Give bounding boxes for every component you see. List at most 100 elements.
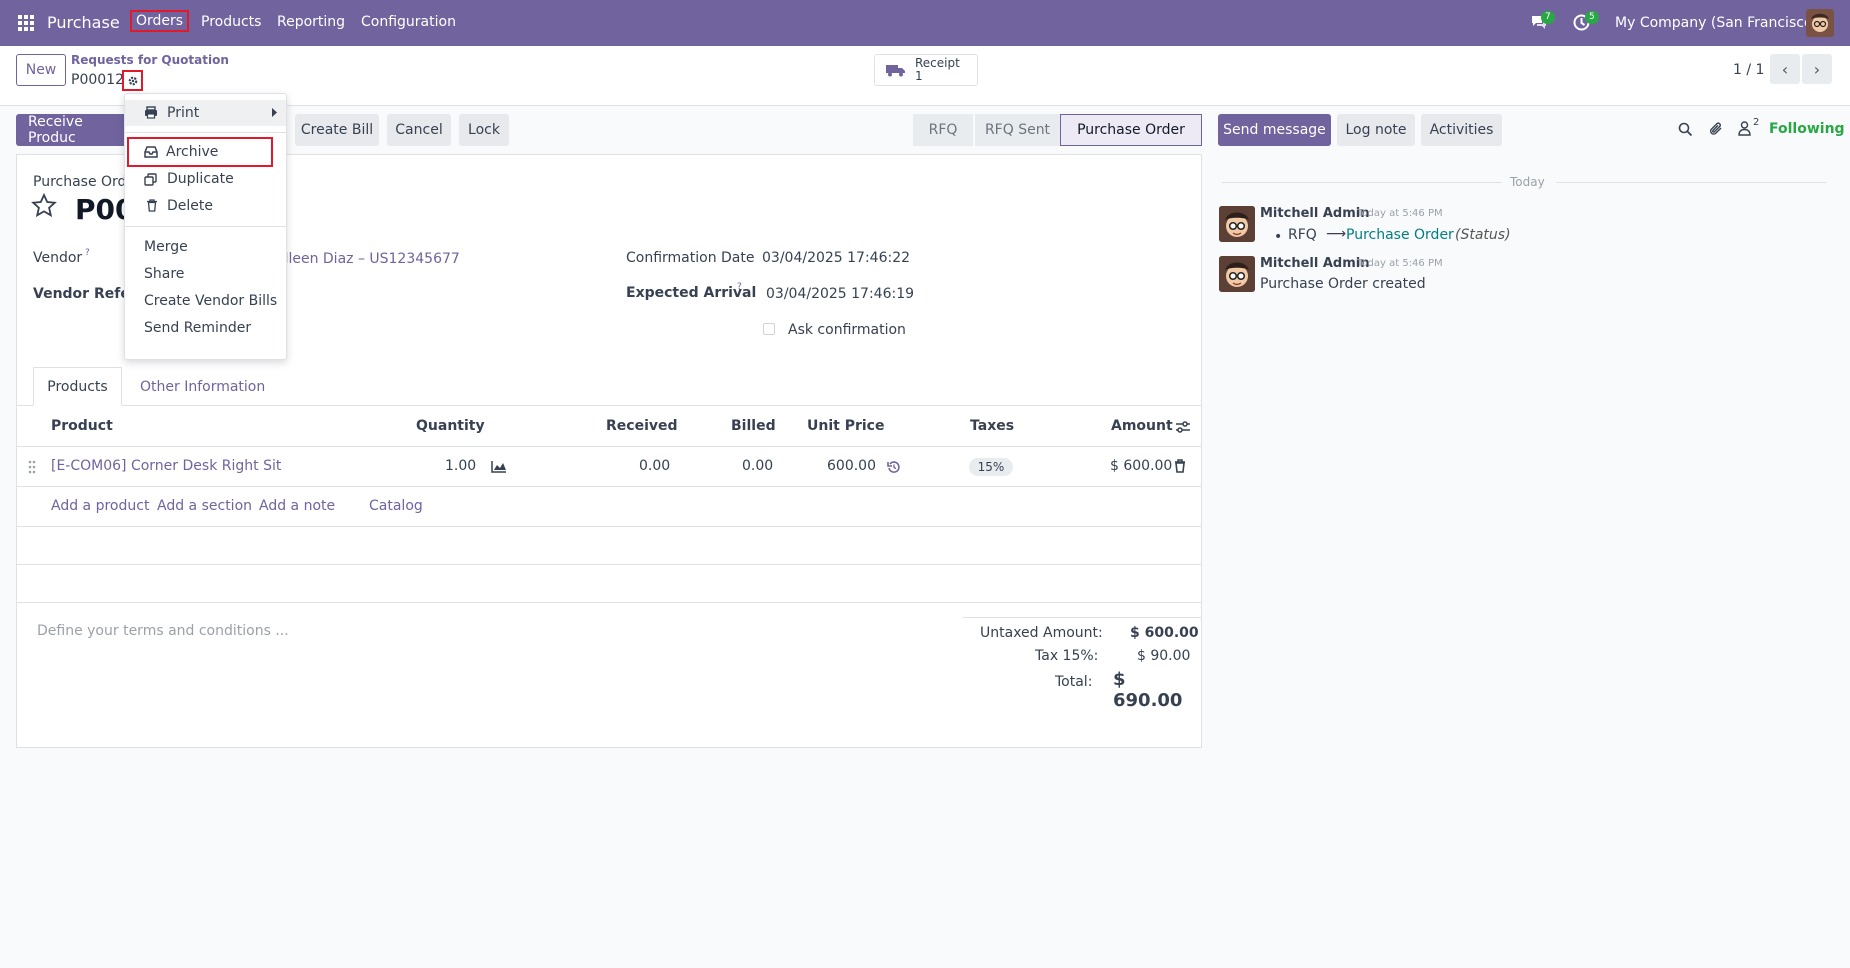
user-avatar[interactable]	[1806, 9, 1834, 37]
vendor-help[interactable]: ?	[85, 248, 90, 258]
dropdown-archive[interactable]: Archive	[127, 137, 273, 167]
dropdown-delete[interactable]: Delete	[125, 193, 286, 219]
gear-icon[interactable]	[122, 70, 143, 91]
tracking-field: (Status)	[1455, 227, 1511, 243]
add-product-link[interactable]: Add a product	[51, 498, 149, 514]
message-author[interactable]: Mitchell Admin	[1260, 206, 1369, 221]
send-message-button[interactable]: Send message	[1218, 114, 1331, 146]
dropdown-divider	[125, 132, 286, 133]
breadcrumb-parent[interactable]: Requests for Quotation	[71, 53, 229, 67]
row-received[interactable]: 0.00	[639, 458, 670, 474]
following-button[interactable]: Following	[1769, 121, 1845, 137]
dropdown-merge[interactable]: Merge	[125, 234, 286, 260]
create-vendor-bills-label: Create Vendor Bills	[144, 293, 278, 309]
vendor-value[interactable]: olleen Diaz – US12345677	[276, 251, 460, 267]
lock-button[interactable]: Lock	[459, 114, 509, 146]
drag-handle-icon[interactable]	[28, 460, 36, 474]
avatar[interactable]	[1219, 256, 1255, 292]
untaxed-amount-value: $ 600.00	[1130, 625, 1199, 641]
create-bill-button[interactable]: Create Bill	[295, 114, 379, 146]
menu-reporting[interactable]: Reporting	[277, 14, 345, 30]
tracking-old-value: RFQ	[1288, 227, 1317, 243]
date-divider-label: Today	[1510, 175, 1545, 189]
row-tax-badge[interactable]: 15%	[969, 458, 1013, 476]
company-switcher[interactable]: My Company (San Francisco)	[1615, 15, 1818, 31]
reset-price-icon[interactable]	[887, 460, 901, 474]
row-billed[interactable]: 0.00	[742, 458, 773, 474]
archive-icon	[144, 146, 158, 158]
row-unit-price[interactable]: 600.00	[827, 458, 876, 474]
cancel-button[interactable]: Cancel	[387, 114, 451, 146]
star-icon[interactable]	[31, 193, 57, 219]
paperclip-icon[interactable]	[1709, 121, 1724, 137]
trash-icon	[147, 199, 157, 212]
avatar[interactable]	[1219, 206, 1255, 242]
log-note-button[interactable]: Log note	[1337, 114, 1415, 146]
total-label: Total:	[1055, 674, 1093, 690]
dropdown-duplicate[interactable]: Duplicate	[125, 166, 286, 192]
ask-confirmation-checkbox[interactable]	[763, 323, 775, 335]
activities-button[interactable]: Activities	[1421, 114, 1502, 146]
apps-menu-icon[interactable]	[18, 15, 34, 31]
message-author[interactable]: Mitchell Admin	[1260, 256, 1369, 271]
date-divider-left	[1222, 182, 1502, 183]
expected-arrival-value[interactable]: 03/04/2025 17:46:19	[766, 286, 914, 302]
menu-orders[interactable]: Orders	[129, 10, 190, 32]
empty-row	[17, 527, 1201, 565]
tab-other-information[interactable]: Other Information	[140, 379, 265, 395]
col-taxes[interactable]: Taxes	[970, 418, 1014, 434]
col-amount[interactable]: Amount	[1111, 418, 1173, 434]
search-icon[interactable]	[1678, 122, 1693, 137]
messages-badge: 7	[1541, 11, 1555, 24]
add-line-row: Add a product Add a section Add a note C…	[17, 487, 1201, 527]
col-unit-price[interactable]: Unit Price	[807, 418, 884, 434]
status-rfq[interactable]: RFQ	[913, 114, 973, 146]
pager-value[interactable]: 1 / 1	[1733, 62, 1764, 78]
row-amount: $ 600.00	[1110, 458, 1173, 474]
table-row[interactable]: [E-COM06] Corner Desk Right Sit 1.00 0.0…	[17, 447, 1201, 487]
optional-columns-icon[interactable]	[1175, 420, 1191, 434]
menu-configuration[interactable]: Configuration	[361, 14, 456, 30]
dropdown-print[interactable]: Print	[125, 100, 286, 126]
share-label: Share	[144, 266, 185, 282]
status-rfq-sent[interactable]: RFQ Sent	[975, 114, 1060, 146]
pager-previous-button[interactable]: ‹	[1770, 54, 1800, 84]
app-name[interactable]: Purchase	[47, 13, 120, 32]
row-quantity[interactable]: 1.00	[445, 458, 476, 474]
pager-next-button[interactable]: ›	[1802, 54, 1832, 84]
dropdown-send-reminder[interactable]: Send Reminder	[125, 315, 286, 341]
truck-icon	[886, 63, 906, 77]
terms-placeholder[interactable]: Define your terms and conditions ...	[37, 623, 289, 639]
table-header: Product Quantity Received Billed Unit Pr…	[17, 407, 1201, 447]
expected-arrival-help[interactable]: ?	[737, 282, 742, 292]
tab-products[interactable]: Products	[33, 367, 122, 406]
col-billed[interactable]: Billed	[731, 418, 776, 434]
col-product[interactable]: Product	[51, 418, 113, 434]
confirmation-date-label: Confirmation Date	[626, 250, 755, 266]
menu-products[interactable]: Products	[201, 14, 261, 30]
tabs-divider	[17, 405, 1201, 406]
catalog-link[interactable]: Catalog	[369, 498, 423, 514]
add-note-link[interactable]: Add a note	[259, 498, 335, 514]
row-product[interactable]: [E-COM06] Corner Desk Right Sit	[51, 458, 281, 474]
col-received[interactable]: Received	[606, 418, 678, 434]
confirmation-date-value[interactable]: 03/04/2025 17:46:22	[762, 250, 910, 266]
tracking-new-value: Purchase Order	[1346, 227, 1454, 243]
dropdown-create-vendor-bills[interactable]: Create Vendor Bills	[125, 288, 286, 314]
add-section-link[interactable]: Add a section	[157, 498, 252, 514]
new-button[interactable]: New	[16, 54, 66, 86]
receipt-count: 1	[915, 69, 923, 83]
receive-products-button[interactable]: Receive Produc	[16, 114, 134, 146]
dropdown-share[interactable]: Share	[125, 261, 286, 287]
tax-label: Tax 15%:	[1035, 648, 1099, 664]
followers-count: 2	[1753, 117, 1760, 128]
merge-label: Merge	[144, 239, 188, 255]
followers-icon[interactable]	[1738, 121, 1751, 136]
breadcrumb-current: P00012	[71, 72, 124, 88]
forecast-chart-icon[interactable]	[491, 460, 507, 473]
status-purchase-order[interactable]: Purchase Order	[1060, 114, 1202, 146]
receipt-smart-button[interactable]: Receipt 1	[874, 54, 978, 86]
col-quantity[interactable]: Quantity	[416, 418, 485, 434]
trash-icon[interactable]	[1174, 459, 1186, 473]
duplicate-label: Duplicate	[167, 171, 234, 187]
